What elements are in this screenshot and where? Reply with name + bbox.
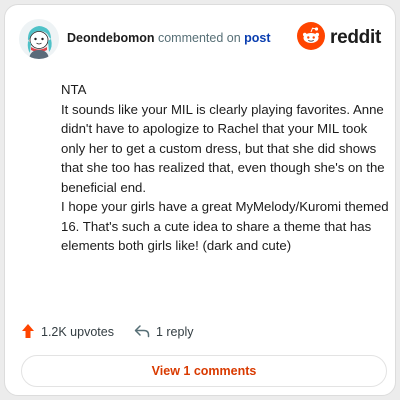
username[interactable]: Deondebomon (67, 31, 155, 45)
upvote-button[interactable]: 1.2K upvotes (21, 323, 114, 342)
reddit-logo[interactable]: reddit (297, 21, 381, 55)
comment-actions: 1.2K upvotes 1 reply (21, 323, 194, 341)
comment-body: NTA It sounds like your MIL is clearly p… (61, 80, 391, 256)
avatar[interactable] (19, 19, 59, 59)
post-link[interactable]: post (244, 31, 270, 45)
reply-count: 1 reply (155, 325, 194, 339)
comment-header: Deondebomon commented on post reddit (19, 19, 381, 59)
comment-paragraph: It sounds like your MIL is clearly playi… (61, 101, 385, 195)
reddit-wordmark: reddit (330, 27, 381, 48)
reddit-logo-icon (297, 21, 326, 55)
comment-paragraph: NTA (61, 82, 87, 97)
comment-paragraph: I hope your girls have a great MyMelody/… (61, 199, 389, 253)
reply-button[interactable]: 1 reply (134, 324, 194, 341)
comment-card: Deondebomon commented on post reddit NTA… (4, 4, 396, 396)
view-comments-button[interactable]: View 1 comments (21, 355, 387, 387)
comment-meta: Deondebomon commented on post (67, 30, 271, 46)
reply-arrow-icon (134, 324, 150, 341)
upvote-count: 1.2K upvotes (41, 325, 114, 339)
commented-on-text: commented on (157, 31, 241, 45)
upvote-arrow-icon (21, 323, 35, 342)
